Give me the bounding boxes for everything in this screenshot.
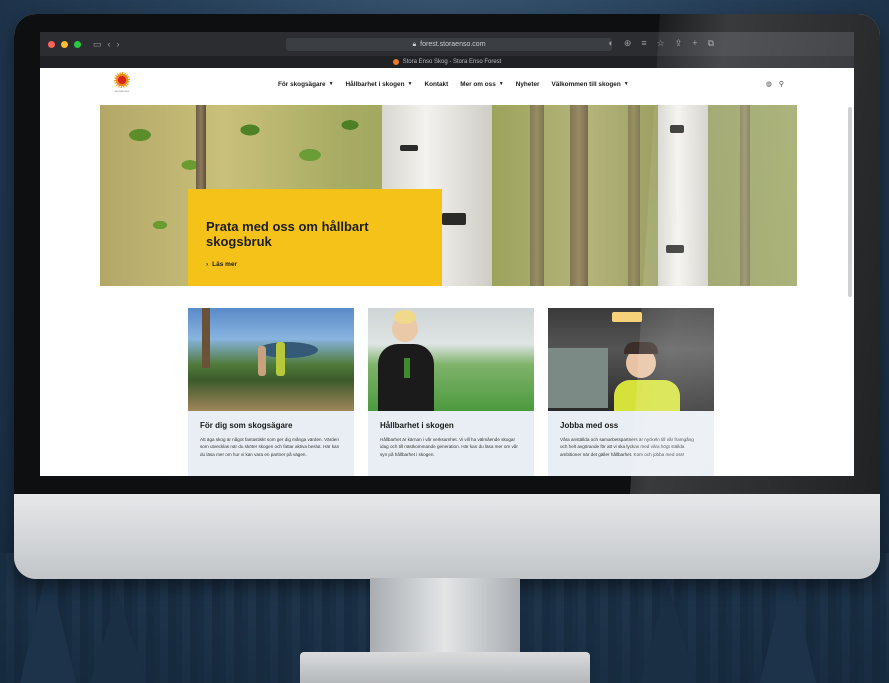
card-skogsagare[interactable]: För dig som skogsägare Att äga skog är n…: [188, 308, 354, 476]
nav-item-nyheter[interactable]: Nyheter: [516, 81, 540, 88]
tab-title: Stora Enso Skog - Stora Enso Forest: [402, 59, 502, 65]
reader-icon[interactable]: ≡: [641, 38, 646, 49]
new-tab-icon[interactable]: +: [692, 38, 697, 49]
privacy-icon[interactable]: ◐: [608, 38, 613, 49]
nav-label: Nyheter: [515, 80, 540, 88]
card-title: Jobba med oss: [560, 421, 619, 430]
chevron-down-icon: ▼: [328, 81, 334, 87]
monitor-chin: [14, 494, 880, 579]
share-icon[interactable]: ⇪: [675, 38, 683, 49]
sun-logo-icon: [114, 72, 130, 88]
tree-silhouette: [20, 563, 76, 683]
site-header: storaenso För skogsägare ▼ Hållbarhet i s…: [40, 68, 854, 100]
address-bar[interactable]: 🔒︎ forest.storaenso.com: [286, 38, 612, 51]
birch-bark-mark: [670, 125, 684, 133]
nav-item-valkommen[interactable]: Välkommen till skogen ▼: [552, 81, 629, 88]
card-hallbarhet[interactable]: Hållbarhet i skogen Hållbarhet är kärnan…: [368, 308, 534, 476]
chevron-down-icon: ▼: [407, 81, 413, 87]
read-more-link[interactable]: › Läs mer: [206, 261, 424, 268]
hero-card: Prata med oss om hållbart skogsbruk › Lä…: [188, 189, 442, 286]
chevron-down-icon: ▼: [498, 81, 504, 87]
tree-trunk: [530, 105, 544, 286]
nav-label: Kontakt: [424, 80, 449, 88]
tree-trunk: [740, 105, 750, 286]
scrollbar[interactable]: [848, 107, 852, 297]
logo-text: storaenso: [114, 89, 130, 93]
minimize-window-button[interactable]: [61, 40, 68, 48]
greenhouse-worker-photo: [368, 308, 534, 411]
nav-label: För skogsägare: [278, 80, 326, 88]
monitor-stand-foot: [300, 652, 590, 683]
nav-label: Hållbarhet i skogen: [345, 80, 405, 88]
tab-strip[interactable]: Stora Enso Skog - Stora Enso Forest: [40, 56, 854, 68]
nav-label: Välkommen till skogen: [551, 80, 621, 88]
read-more-label: Läs mer: [212, 261, 238, 268]
nav-item-skogsagare[interactable]: För skogsägare ▼: [278, 81, 334, 88]
url-text: forest.storaenso.com: [420, 41, 486, 48]
nav-item-mer-om-oss[interactable]: Mer om oss ▼: [460, 81, 503, 88]
nav-label: Mer om oss: [460, 80, 496, 88]
forest-owners-photo: [188, 308, 354, 411]
nav-item-kontakt[interactable]: Kontakt: [424, 81, 448, 88]
search-icon[interactable]: ⚲: [779, 80, 784, 88]
storaenso-logo[interactable]: storaenso: [110, 72, 134, 96]
hero-title: Prata med oss om hållbart skogsbruk: [206, 219, 369, 249]
card-title: För dig som skogsägare: [200, 421, 293, 430]
card-text: Att äga skog är något fantastiskt som ge…: [200, 437, 340, 457]
globe-icon[interactable]: ◍: [766, 80, 772, 88]
sidebar-icon[interactable]: ▭: [93, 39, 102, 49]
bookmark-icon[interactable]: ☆: [657, 38, 665, 49]
lock-icon: 🔒︎: [412, 40, 417, 48]
birch-bark-mark: [666, 245, 684, 253]
nav-item-hallbarhet[interactable]: Hållbarhet i skogen ▼: [346, 81, 413, 88]
browser-toolbar: ▭ ‹ › 🔒︎ forest.storaenso.com ◐ ⊕ ≡ ☆ ⇪ …: [40, 32, 854, 56]
tree-trunk: [570, 105, 588, 286]
chevron-right-icon: ›: [206, 261, 209, 268]
chevron-down-icon: ▼: [623, 81, 629, 87]
download-icon[interactable]: ⊕: [624, 38, 632, 49]
card-text: Våra anställda och samarbetspartners är …: [560, 437, 694, 457]
main-menu: För skogsägare ▼ Hållbarhet i skogen ▼ Kon…: [278, 68, 629, 100]
tab-overview-icon[interactable]: ⧉: [708, 38, 714, 49]
birch-bark-mark: [400, 145, 418, 151]
birch-bark-mark: [442, 213, 466, 225]
monitor-stand-neck: [370, 578, 520, 658]
close-window-button[interactable]: [48, 40, 55, 48]
tree-trunk: [628, 105, 640, 286]
browser-window: ▭ ‹ › 🔒︎ forest.storaenso.com ◐ ⊕ ≡ ☆ ⇪ …: [40, 32, 854, 476]
card-jobba[interactable]: Jobba med oss Våra anställda och samarbe…: [548, 308, 714, 476]
tree-silhouette: [640, 583, 696, 683]
tree-silhouette: [760, 563, 816, 683]
tree-silhouette: [90, 593, 146, 683]
content-cards: För dig som skogsägare Att äga skog är n…: [188, 308, 714, 476]
forward-icon[interactable]: ›: [117, 39, 120, 49]
card-title: Hållbarhet i skogen: [380, 421, 454, 430]
header-actions: ◍ ⚲: [766, 80, 784, 88]
maximize-window-button[interactable]: [74, 40, 81, 48]
browser-actions: ◐ ⊕ ≡ ☆ ⇪ + ⧉: [608, 38, 714, 49]
tab-favicon-icon: [392, 59, 399, 65]
hero-banner: Prata med oss om hållbart skogsbruk › Lä…: [100, 105, 797, 286]
machine-operator-photo: [548, 308, 714, 411]
back-icon[interactable]: ‹: [108, 39, 111, 49]
card-text: Hållbarhet är kärnan i vår verksamhet. V…: [380, 437, 518, 457]
